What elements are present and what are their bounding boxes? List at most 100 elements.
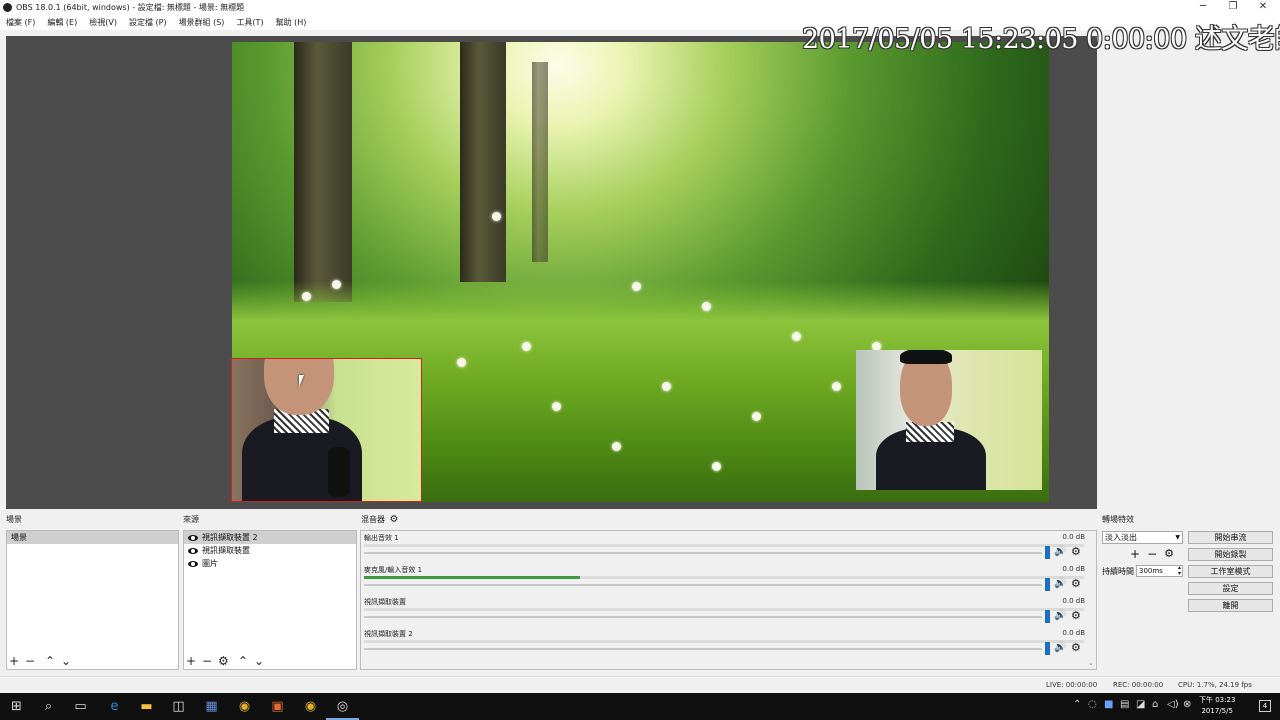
scene-item[interactable]: 場景 [7,531,178,544]
exit-button[interactable]: 離開 [1188,599,1273,612]
source-item[interactable]: 視訊擷取裝置 2 [184,531,356,544]
tray-icon[interactable]: ⊗ [1183,699,1191,710]
task-view-icon[interactable]: ▭ [64,693,97,720]
volume-icon[interactable]: ◁) [1167,699,1179,710]
scenes-list[interactable]: 場景 + − ⌃ ⌄ [6,530,179,670]
tray-icon[interactable]: ◌ [1088,699,1097,710]
scenes-toolbar: + − ⌃ ⌄ [9,654,71,668]
live-timer: LIVE: 00:00:00 [1046,681,1098,689]
obs-taskbar-icon[interactable]: ◎ [326,693,359,720]
studio-mode-button[interactable]: 工作室模式 [1188,565,1273,578]
start-recording-button[interactable]: 開始錄製 [1188,548,1273,561]
windows-start-icon[interactable]: ⊞ [0,693,33,720]
notification-center-icon[interactable]: 4 [1259,700,1271,712]
mixer-track: 麥克風/輸入音效 1 0.0 dB 🔊 ⚙ [364,563,1089,595]
spin-arrows-icon[interactable]: ▴ ▾ [1178,565,1181,577]
speaker-icon[interactable]: 🔊 [1054,546,1066,557]
title-bar: OBS 18.0.1 (64bit, windows) - 設定檔: 無標題 -… [0,0,1280,15]
file-explorer-icon[interactable]: ▬ [130,693,163,720]
maximize-button[interactable]: ❐ [1218,0,1248,15]
menu-view[interactable]: 檢視(V) [83,15,123,30]
status-bar: LIVE: 00:00:00 REC: 00:00:00 CPU: 1.7%, … [0,676,1280,693]
windows-taskbar: ⊞ ⌕ ▭ e ▬ ◫ ▦ ◉ ▣ ◉ ◎ ⌃ ◌ ■ ▤ ◪ ⌂ ◁) ⊗ 下… [0,693,1280,720]
dandelion [612,442,621,451]
app-icon[interactable]: ▣ [261,693,294,720]
tray-icon[interactable]: ■ [1104,699,1113,710]
tray-chevron-up-icon[interactable]: ⌃ [1073,699,1081,710]
dandelion [712,462,721,471]
meter-fill [364,576,580,579]
duration-value: 300ms [1139,567,1163,575]
menu-file[interactable]: 檔案 (F) [0,15,41,30]
volume-slider-handle[interactable] [1045,546,1050,559]
tray-icon[interactable]: ▤ [1120,699,1129,710]
tray-icon[interactable]: ◪ [1136,699,1145,710]
volume-slider-handle[interactable] [1045,578,1050,591]
app-icon[interactable]: ▦ [195,693,228,720]
volume-slider[interactable] [364,552,1042,554]
source-item[interactable]: 視訊擷取裝置 [184,544,356,557]
dandelion [552,402,561,411]
dandelion [832,382,841,391]
duration-spinbox[interactable]: 300ms ▴ ▾ [1136,565,1183,577]
store-icon[interactable]: ◫ [162,693,195,720]
add-scene-button[interactable]: + [9,655,19,667]
visibility-eye-icon[interactable] [188,534,198,541]
edge-browser-icon[interactable]: e [98,693,131,720]
remove-transition-button[interactable]: − [1147,547,1157,561]
move-down-icon[interactable]: ⌄ [61,655,71,667]
chrome-icon[interactable]: ◉ [228,693,261,720]
chrome-icon[interactable]: ◉ [294,693,327,720]
volume-meter [364,640,1084,643]
track-settings-gear-icon[interactable]: ⚙ [1071,642,1082,653]
track-settings-gear-icon[interactable]: ⚙ [1071,610,1082,621]
volume-slider[interactable] [364,648,1042,650]
speaker-icon[interactable]: 🔊 [1054,610,1066,621]
sources-list[interactable]: 視訊擷取裝置 2 視訊擷取裝置 圖片 + − ⚙ ⌃ ⌄ [183,530,357,670]
add-transition-button[interactable]: + [1130,547,1140,561]
webcam-source-2-selected[interactable] [231,358,422,502]
source-properties-gear-icon[interactable]: ⚙ [218,655,229,667]
track-settings-gear-icon[interactable]: ⚙ [1071,578,1082,589]
dandelion [522,342,531,351]
volume-slider[interactable] [364,616,1042,618]
menu-help[interactable]: 幫助 (H) [270,15,313,30]
mixer-title-label: 混音器 [361,515,385,524]
remove-source-button[interactable]: − [202,655,212,667]
track-settings-gear-icon[interactable]: ⚙ [1071,546,1082,557]
move-up-icon[interactable]: ⌃ [238,655,248,667]
mixer-panel-title: 混音器 ⚙ [361,514,399,525]
volume-slider-handle[interactable] [1045,642,1050,655]
remove-scene-button[interactable]: − [25,655,35,667]
speaker-icon[interactable]: 🔊 [1054,642,1066,653]
settings-button[interactable]: 設定 [1188,582,1273,595]
scroll-down-icon[interactable]: ⌄ [1088,659,1094,667]
menu-profile[interactable]: 設定檔 (P) [123,15,173,30]
add-source-button[interactable]: + [186,655,196,667]
menu-edit[interactable]: 編輯 (E) [41,15,83,30]
start-streaming-button[interactable]: 開始串流 [1188,531,1273,544]
menu-scene-collection[interactable]: 場景群組 (S) [173,15,231,30]
transition-select[interactable]: 淡入淡出 ▼ [1102,531,1183,544]
network-icon[interactable]: ⌂ [1152,699,1158,710]
volume-meter [364,544,1084,547]
visibility-eye-icon[interactable] [188,560,198,567]
minimize-button[interactable]: ─ [1188,0,1218,15]
search-icon[interactable]: ⌕ [32,693,65,720]
volume-slider-handle[interactable] [1045,610,1050,623]
close-button[interactable]: ✕ [1248,0,1278,15]
volume-slider[interactable] [364,584,1042,586]
mixer-gear-icon[interactable]: ⚙ [390,514,399,525]
clock-time: 下午 03:23 [1199,696,1236,704]
source-item[interactable]: 圖片 [184,557,356,570]
move-down-icon[interactable]: ⌄ [254,655,264,667]
menu-tools[interactable]: 工具(T) [230,15,269,30]
sources-panel-title: 來源 [183,515,199,524]
speaker-icon[interactable]: 🔊 [1054,578,1066,589]
taskbar-clock[interactable]: 下午 03:23 2017/5/5 [1199,695,1235,717]
cpu-fps: CPU: 1.7%, 24.19 fps [1178,681,1252,689]
transition-settings-gear-icon[interactable]: ⚙ [1164,547,1174,561]
visibility-eye-icon[interactable] [188,547,198,554]
webcam-source-1[interactable] [856,350,1042,490]
move-up-icon[interactable]: ⌃ [45,655,55,667]
